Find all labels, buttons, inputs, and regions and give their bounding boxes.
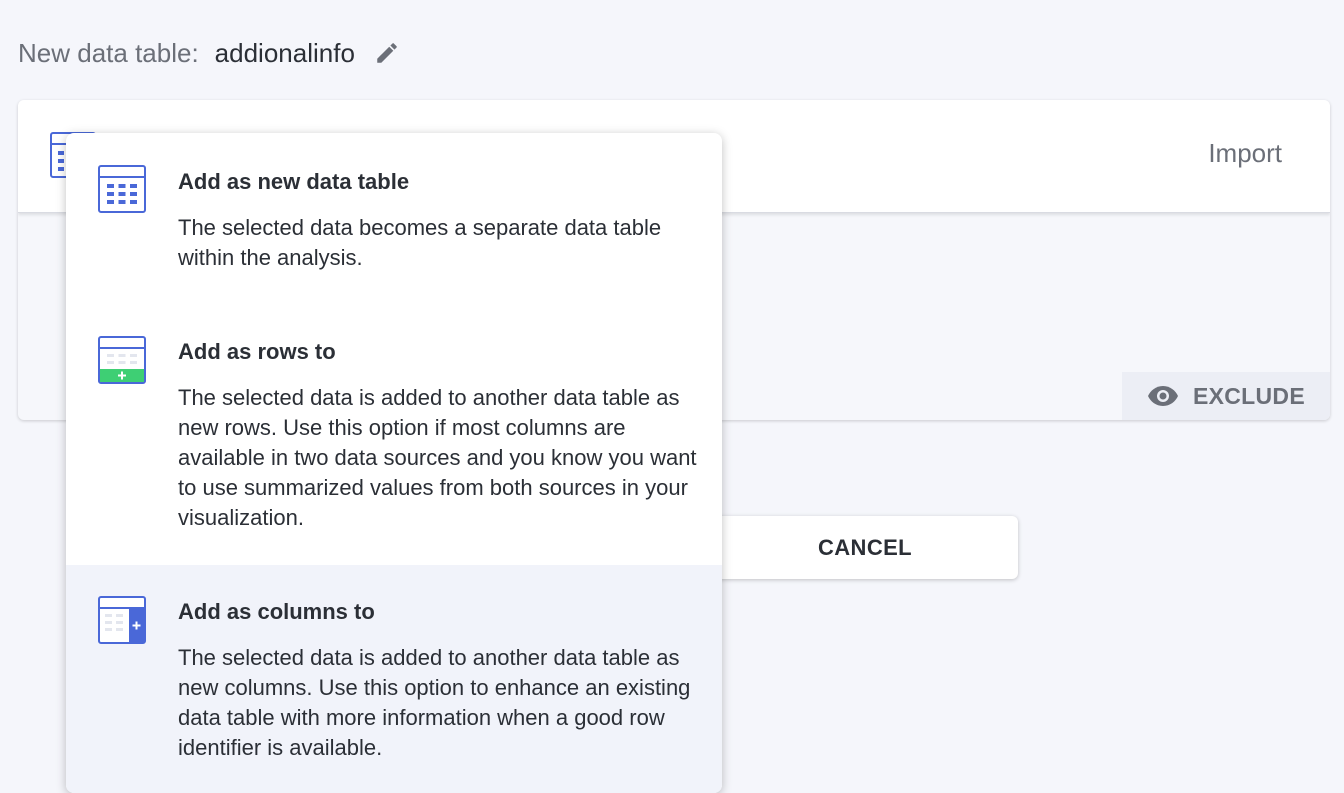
- pencil-icon: [377, 43, 397, 63]
- header-label: New data table:: [18, 37, 199, 68]
- menu-item-title: Add as new data table: [178, 169, 410, 194]
- menu-item-add-rows[interactable]: Add as rows to The selected data is adde…: [66, 305, 722, 565]
- add-rows-icon: [98, 336, 146, 384]
- menu-item-description: The selected data is added to another da…: [178, 645, 691, 760]
- menu-item-description: The selected data becomes a separate dat…: [178, 215, 662, 270]
- page-header: New data table: addionalinfo: [18, 34, 401, 72]
- cancel-button[interactable]: CANCEL: [700, 516, 1018, 579]
- menu-item-title: Add as rows to: [178, 339, 336, 364]
- data-table-name: addionalinfo: [214, 37, 355, 68]
- add-data-menu: Add as new data table The selected data …: [66, 133, 722, 793]
- eye-icon: [1147, 386, 1178, 406]
- add-columns-icon: [98, 596, 146, 644]
- exclude-label: EXCLUDE: [1192, 382, 1305, 409]
- edit-name-button[interactable]: [373, 39, 401, 67]
- menu-item-add-columns[interactable]: Add as columns to The selected data is a…: [66, 565, 722, 793]
- menu-item-title: Add as columns to: [178, 599, 375, 624]
- menu-item-new-data-table[interactable]: Add as new data table The selected data …: [66, 133, 722, 305]
- exclude-button[interactable]: EXCLUDE: [1122, 372, 1330, 420]
- menu-item-description: The selected data is added to another da…: [178, 385, 697, 530]
- new-table-icon: [98, 165, 146, 213]
- import-button[interactable]: Import: [1208, 138, 1282, 169]
- cancel-label: CANCEL: [817, 534, 913, 560]
